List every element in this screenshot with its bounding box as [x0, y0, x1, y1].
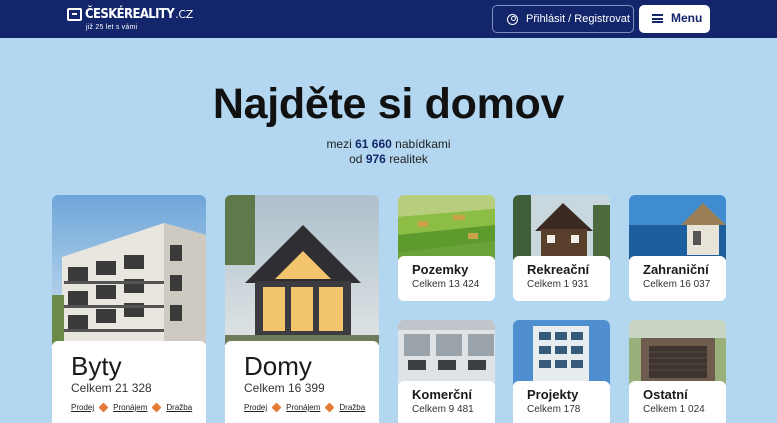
rekreacni-photo	[513, 195, 610, 260]
pozemky-panel: Pozemky Celkem 13 424	[398, 256, 495, 301]
projekty-panel: Projekty Celkem 178	[513, 381, 610, 423]
domy-title: Domy	[244, 351, 312, 381]
agencies-suffix: realitek	[389, 152, 428, 166]
domy-panel: Domy Celkem 16 399 Prodej Pronájem Dražb…	[225, 341, 379, 423]
byty-link-drazba[interactable]: Dražba	[166, 403, 192, 412]
zahranicni-title: Zahraniční	[643, 262, 709, 277]
logo-tagline: již 25 let s vámi	[86, 24, 138, 31]
category-card-pozemky[interactable]: Pozemky Celkem 13 424	[398, 195, 495, 301]
site-logo[interactable]: ČESKÉREALITY .CZ již 25 let s vámi	[67, 6, 193, 31]
user-icon	[507, 14, 518, 25]
domy-link-prodej[interactable]: Prodej	[244, 403, 267, 412]
category-card-zahranicni[interactable]: Zahraniční Celkem 16 037	[629, 195, 726, 301]
diamond-icon	[98, 402, 109, 413]
pozemky-photo	[398, 195, 495, 260]
projekty-photo	[513, 320, 610, 385]
byty-links: Prodej Pronájem Dražba	[71, 402, 192, 413]
ostatni-panel: Ostatní Celkem 1 024	[629, 381, 726, 423]
domy-links: Prodej Pronájem Dražba	[244, 402, 365, 413]
byty-panel: Byty Celkem 21 328 Prodej Pronájem Dražb…	[52, 341, 206, 423]
category-card-rekreacni[interactable]: Rekreační Celkem 1 931	[513, 195, 610, 301]
offers-count: 61 660	[355, 137, 392, 151]
agencies-count: 976	[365, 152, 386, 166]
hamburger-icon	[652, 14, 663, 23]
ostatni-count: Celkem 1 024	[643, 404, 705, 415]
category-card-byty[interactable]: Byty Celkem 21 328 Prodej Pronájem Dražb…	[52, 195, 206, 423]
byty-link-pronajem[interactable]: Pronájem	[113, 403, 147, 412]
zahranicni-photo	[629, 195, 726, 260]
diamond-icon	[324, 402, 335, 413]
projekty-title: Projekty	[527, 387, 579, 402]
projekty-count: Celkem 178	[527, 404, 581, 415]
category-card-ostatni[interactable]: Ostatní Celkem 1 024	[629, 320, 726, 423]
komercni-title: Komerční	[412, 387, 472, 402]
logo-mark-icon	[67, 8, 82, 21]
menu-label: Menu	[671, 11, 703, 25]
page-title: Najděte si domov	[212, 80, 565, 128]
komercni-photo	[398, 320, 495, 385]
offers-suffix: nabídkami	[395, 137, 451, 151]
agencies-summary: od 976 realitek	[0, 152, 777, 166]
pozemky-title: Pozemky	[412, 262, 469, 277]
login-register-button[interactable]: Přihlásit / Registrovat	[492, 5, 634, 33]
diamond-icon	[271, 402, 282, 413]
rekreacni-title: Rekreační	[527, 262, 590, 277]
byty-photo	[52, 195, 206, 345]
domy-count: Celkem 16 399	[244, 381, 325, 395]
domy-photo	[225, 195, 379, 345]
byty-title: Byty	[71, 351, 122, 381]
agencies-prefix: od	[349, 152, 363, 166]
rekreacni-count: Celkem 1 931	[527, 279, 589, 290]
zahranicni-count: Celkem 16 037	[643, 279, 711, 290]
rekreacni-panel: Rekreační Celkem 1 931	[513, 256, 610, 301]
site-header: ČESKÉREALITY .CZ již 25 let s vámi Přihl…	[0, 0, 777, 38]
domy-link-drazba[interactable]: Dražba	[339, 403, 365, 412]
diamond-icon	[151, 402, 162, 413]
pozemky-count: Celkem 13 424	[412, 279, 480, 290]
ostatni-title: Ostatní	[643, 387, 688, 402]
ostatni-photo	[629, 320, 726, 385]
logo-tld: .CZ	[175, 8, 193, 21]
menu-button[interactable]: Menu	[639, 5, 710, 33]
offers-prefix: mezi	[326, 137, 352, 151]
domy-link-pronajem[interactable]: Pronájem	[286, 403, 320, 412]
logo-name: ČESKÉREALITY	[85, 7, 175, 22]
category-card-komercni[interactable]: Komerční Celkem 9 481	[398, 320, 495, 423]
byty-link-prodej[interactable]: Prodej	[71, 403, 94, 412]
offers-summary: mezi 61 660 nabídkami	[0, 137, 777, 151]
category-card-projekty[interactable]: Projekty Celkem 178	[513, 320, 610, 423]
category-card-domy[interactable]: Domy Celkem 16 399 Prodej Pronájem Dražb…	[225, 195, 379, 423]
zahranicni-panel: Zahraniční Celkem 16 037	[629, 256, 726, 301]
byty-count: Celkem 21 328	[71, 381, 152, 395]
login-register-label: Přihlásit / Registrovat	[526, 13, 630, 25]
komercni-panel: Komerční Celkem 9 481	[398, 381, 495, 423]
komercni-count: Celkem 9 481	[412, 404, 474, 415]
